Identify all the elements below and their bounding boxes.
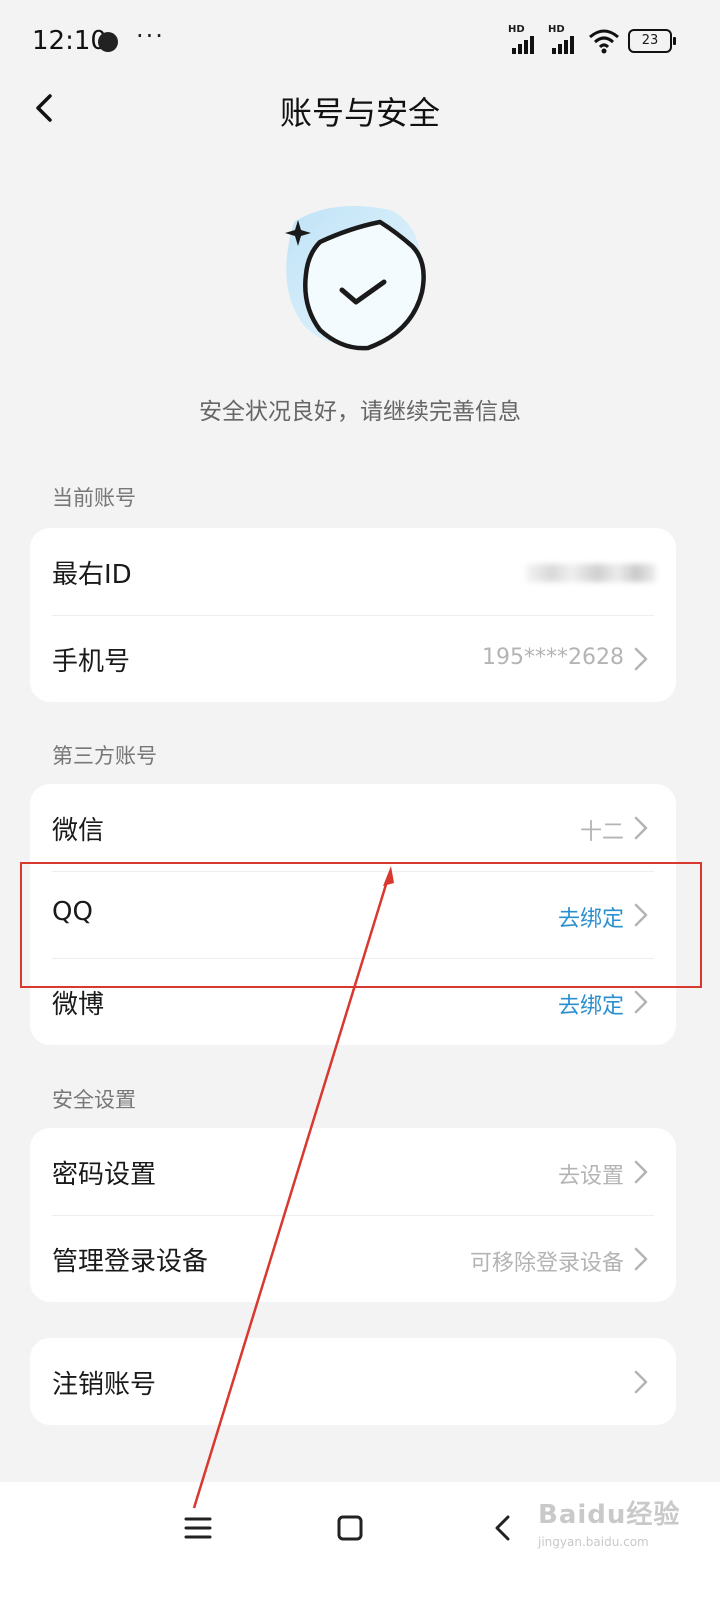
security-card: 密码设置 去设置 管理登录设备 可移除登录设备 [30,1128,676,1302]
home-square-icon [337,1515,363,1541]
bind-link[interactable]: 去绑定 [558,901,624,933]
row-value: 十二 [579,820,624,845]
row-value: 195****2628 [482,645,624,670]
third-party-card: 微信 十二 QQ 去绑定 微博 去绑定 [30,784,676,1045]
system-back-button[interactable] [484,1508,524,1548]
row-qq[interactable]: QQ 去绑定 [30,871,676,958]
row-label: 密码设置 [52,1160,157,1190]
row-user-id[interactable]: 最右ID [30,528,676,615]
row-label: 管理登录设备 [52,1247,209,1277]
watermark-main: Baidu经验 [538,1500,681,1530]
row-label: 注销账号 [52,1370,157,1400]
chevron-right-icon [634,1247,648,1271]
row-label: 手机号 [52,647,131,677]
menu-icon [184,1517,212,1539]
row-label: 微信 [52,816,105,846]
section-title-security: 安全设置 [52,1088,136,1112]
row-wechat[interactable]: 微信 十二 [30,784,676,871]
row-deactivate-account[interactable]: 注销账号 [30,1338,676,1425]
row-label: QQ [52,897,93,927]
row-phone[interactable]: 手机号 195****2628 [30,615,676,702]
page-header: 账号与安全 [0,84,720,134]
shield-check-icon [272,202,442,352]
status-time: 12:10 [32,26,107,56]
section-title-current-account: 当前账号 [52,486,136,510]
signal-icon: HD [508,24,540,54]
section-title-third-party: 第三方账号 [52,744,157,768]
notification-dot-icon [98,32,118,52]
menu-button[interactable] [178,1508,218,1548]
row-value: 去设置 [557,1164,624,1189]
chevron-left-icon [495,1515,510,1541]
deactivate-card: 注销账号 [30,1338,676,1425]
hd-label-2: HD [548,24,565,35]
baidu-watermark: Baidu经验 jingyan.baidu.com [538,1494,688,1556]
current-account-card: 最右ID 手机号 195****2628 [30,528,676,702]
status-bar: 12:10 ··· HD HD 23 [0,0,720,84]
row-label: 最右ID [52,560,132,590]
wifi-icon [589,29,619,54]
chevron-right-icon [634,1160,648,1184]
chevron-right-icon [634,903,648,927]
battery-icon: 23 [628,29,676,53]
watermark-sub: jingyan.baidu.com [538,1535,649,1549]
row-value: 可移除登录设备 [469,1251,624,1276]
row-weibo[interactable]: 微博 去绑定 [30,958,676,1045]
chevron-right-icon [634,816,648,840]
hd-label: HD [508,24,525,35]
status-icons: HD HD 23 [508,24,676,54]
safety-status-text: 安全状况良好，请继续完善信息 [199,399,521,425]
more-notifications-icon: ··· [136,22,165,50]
row-login-devices[interactable]: 管理登录设备 可移除登录设备 [30,1215,676,1302]
chevron-right-icon [634,990,648,1014]
row-password[interactable]: 密码设置 去设置 [30,1128,676,1215]
signal-icon-2: HD [548,24,580,54]
home-button[interactable] [330,1508,370,1548]
chevron-right-icon [634,647,648,671]
bind-link[interactable]: 去绑定 [558,988,624,1020]
chevron-right-icon [634,1370,648,1394]
row-label: 微博 [52,990,105,1020]
page-title: 账号与安全 [279,94,440,132]
redacted-id-value [526,564,656,582]
